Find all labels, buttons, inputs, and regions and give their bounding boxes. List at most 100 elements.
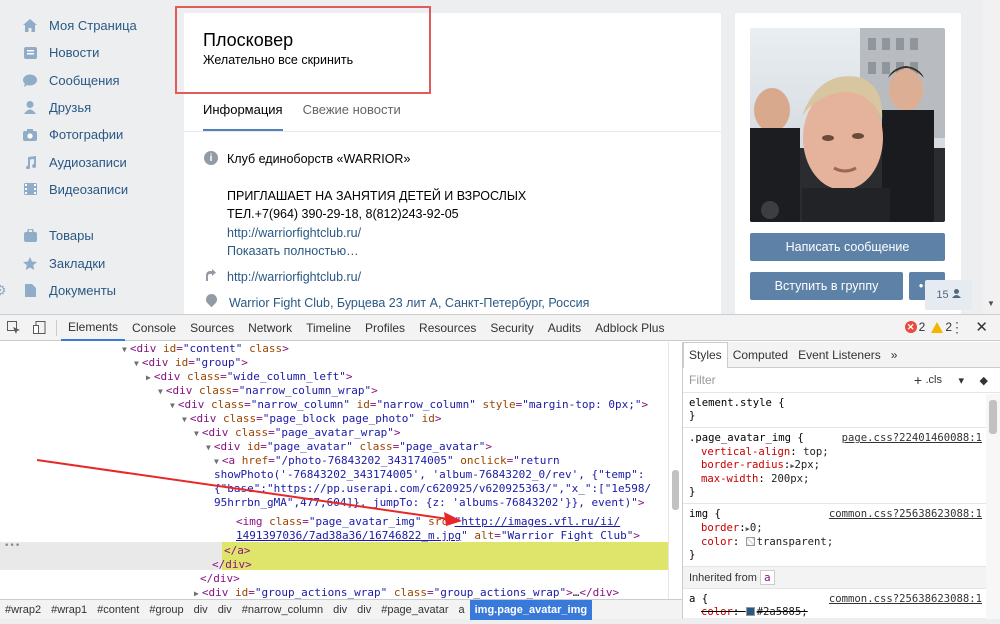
add-rule-icon[interactable]: + — [914, 372, 922, 388]
tree-node-narrow-column[interactable]: ▼ <div class="narrow_column" id="narrow_c… — [170, 398, 648, 412]
filter-input[interactable]: Filter — [689, 373, 716, 387]
inspect-element-icon[interactable] — [0, 315, 26, 341]
tree-node-div-close-2[interactable]: </div> — [200, 572, 240, 586]
breadcrumb-div[interactable]: div — [352, 600, 376, 620]
pin-icon[interactable]: ▾ — [958, 374, 964, 387]
breadcrumb-div[interactable]: div — [189, 600, 213, 620]
tab-resources[interactable]: Resources — [412, 315, 483, 341]
prop-name-overridden[interactable]: color — [701, 606, 733, 618]
inherited-element-chip[interactable]: a — [759, 570, 775, 586]
rule-source-link[interactable]: common.css?25638623088:1 — [829, 593, 982, 606]
element-state-icon[interactable]: ◆ — [980, 374, 988, 387]
scrollbar-thumb[interactable] — [672, 470, 679, 510]
tree-node-content[interactable]: ▼ <div id="content" class> — [122, 342, 289, 356]
sidebar-item-messages[interactable]: Сообщения — [0, 67, 170, 94]
styles-scrollbar[interactable] — [986, 394, 1000, 619]
elements-scrollbar[interactable] — [668, 342, 682, 599]
address-link[interactable]: Warrior Fight Club, Бурцева 23 лит А, Са… — [229, 294, 589, 313]
kebab-menu-icon[interactable]: ⋮ — [950, 319, 964, 336]
prop-value[interactable]: top; — [803, 446, 829, 458]
tab-timeline[interactable]: Timeline — [299, 315, 358, 341]
prop-value[interactable]: 2px; — [795, 459, 821, 471]
tab-information[interactable]: Информация — [203, 102, 283, 131]
prop-value-overridden[interactable]: #2a5885; — [757, 606, 808, 618]
rule-page-avatar-img[interactable]: .page_avatar_img { page.css?22401460088:… — [683, 428, 1000, 505]
info-link[interactable]: http://warriorfightclub.ru/ — [227, 224, 526, 243]
join-group-button[interactable]: Вступить в группу — [750, 272, 903, 300]
breadcrumb-a[interactable]: a — [453, 600, 469, 620]
prop-value[interactable]: transparent; — [757, 536, 834, 548]
show-more-link[interactable]: Показать полностью… — [227, 242, 526, 261]
members-count-badge[interactable]: 15 — [925, 280, 972, 310]
sidebar-item-goods[interactable]: Товары — [0, 222, 170, 249]
rule-source-link[interactable]: common.css?25638623088:1 — [829, 508, 982, 521]
sidebar-item-friends[interactable]: Друзья — [0, 94, 170, 121]
selected-node-row[interactable] — [222, 542, 668, 570]
tab-security[interactable]: Security — [483, 315, 540, 341]
tree-node-group[interactable]: ▼ <div id="group"> — [134, 356, 248, 370]
sidebar-item-news[interactable]: Новости — [0, 39, 170, 66]
breadcrumb-div[interactable]: div — [213, 600, 237, 620]
tree-node-narrow-wrap[interactable]: ▼ <div class="narrow_column_wrap"> — [158, 384, 378, 398]
tree-node-page-avatar[interactable]: ▼ <div id="page_avatar" class="page_avata… — [206, 440, 492, 454]
tree-node-page-block[interactable]: ▼ <div class="page_block page_photo" id> — [182, 412, 442, 426]
site-link[interactable]: http://warriorfightclub.ru/ — [227, 268, 361, 287]
tab-adblock-plus[interactable]: Adblock Plus — [588, 315, 671, 341]
breadcrumb-group[interactable]: #group — [144, 600, 188, 620]
page-scrollbar[interactable]: ▼ — [983, 0, 1000, 314]
sidebar-item-my-page[interactable]: Моя Страница — [0, 12, 170, 39]
tab-elements[interactable]: Elements — [61, 315, 126, 341]
breadcrumb-img-selected[interactable]: img.page_avatar_img — [469, 599, 593, 620]
tab-styles[interactable]: Styles — [683, 341, 728, 368]
breadcrumb-div[interactable]: div — [328, 600, 352, 620]
breadcrumb-wrap2[interactable]: #wrap2 — [0, 600, 46, 620]
device-mode-icon[interactable] — [26, 315, 52, 341]
rule-source-link[interactable]: page.css?22401460088:1 — [842, 432, 982, 445]
tab-profiles[interactable]: Profiles — [358, 315, 412, 341]
styles-filter[interactable]: Filter + .cls ▾ ◆ — [683, 368, 1000, 393]
tab-console[interactable]: Console — [125, 315, 183, 341]
color-swatch[interactable] — [745, 607, 755, 617]
sidebar-item-bookmarks[interactable]: Закладки — [0, 249, 170, 276]
settings-gear-icon[interactable]: ⚙ — [0, 282, 7, 299]
rule-img[interactable]: img { common.css?25638623088:1 border:▶0… — [683, 504, 1000, 568]
row-ellipsis[interactable]: ••• — [4, 541, 20, 551]
elements-tree[interactable]: ••• ▼ <div id="content" class> ▼ <div id="… — [0, 342, 682, 599]
tree-node-group-actions[interactable]: ▶ <div id="group_actions_wrap" class="gro… — [194, 586, 619, 599]
group-avatar-photo[interactable] — [750, 28, 945, 222]
scrollbar-thumb[interactable] — [989, 400, 997, 434]
tab-event-listeners[interactable]: Event Listeners — [793, 342, 886, 368]
sidebar-item-video[interactable]: Видеозаписи — [0, 176, 170, 203]
tree-node-anchor[interactable]: ▼ <a href="/photo-76843202_343174005" onc… — [214, 454, 560, 468]
close-icon[interactable]: ✕ — [975, 318, 988, 336]
tab-computed[interactable]: Computed — [728, 342, 793, 368]
send-message-button[interactable]: Написать сообщение — [750, 233, 945, 261]
tab-audits[interactable]: Audits — [541, 315, 588, 341]
more-tabs-chevron-icon[interactable]: » — [886, 342, 903, 368]
error-warning-counter[interactable]: ✕ 2 2 — [904, 320, 952, 334]
prop-name[interactable]: border — [701, 522, 739, 534]
tab-sources[interactable]: Sources — [183, 315, 241, 341]
tree-node-avatar-wrap[interactable]: ▼ <div class="page_avatar_wrap"> — [194, 426, 401, 440]
sidebar-item-audio[interactable]: Аудиозаписи — [0, 148, 170, 175]
prop-name[interactable]: max-width — [701, 473, 758, 485]
rule-a[interactable]: a { common.css?25638623088:1 color: #2a5… — [683, 589, 1000, 623]
tree-node-img[interactable]: <img class="page_avatar_img" src="http:/… — [236, 515, 620, 529]
tree-node-div-close[interactable]: </div> — [212, 558, 252, 572]
prop-name[interactable]: color — [701, 536, 733, 548]
breadcrumb-narrow-column[interactable]: #narrow_column — [237, 600, 328, 620]
sidebar-item-documents[interactable]: Документы — [0, 277, 170, 304]
tab-fresh-news[interactable]: Свежие новости — [303, 102, 401, 131]
tab-network[interactable]: Network — [241, 315, 299, 341]
tree-node-a-close[interactable]: </a> — [224, 544, 251, 558]
prop-value[interactable]: 0; — [750, 522, 763, 534]
breadcrumb-page-avatar[interactable]: #page_avatar — [376, 600, 453, 620]
prop-name[interactable]: border-radius — [701, 459, 784, 471]
breadcrumb-content[interactable]: #content — [92, 600, 144, 620]
sidebar-item-photos[interactable]: Фотографии — [0, 121, 170, 148]
prop-name[interactable]: vertical-align — [701, 446, 790, 458]
prop-value[interactable]: 200px; — [771, 473, 809, 485]
tree-node-wide-column[interactable]: ▶ <div class="wide_column_left"> — [146, 370, 353, 384]
rule-element-style[interactable]: element.style { } — [683, 393, 1000, 429]
cls-toggle[interactable]: .cls — [926, 374, 943, 386]
